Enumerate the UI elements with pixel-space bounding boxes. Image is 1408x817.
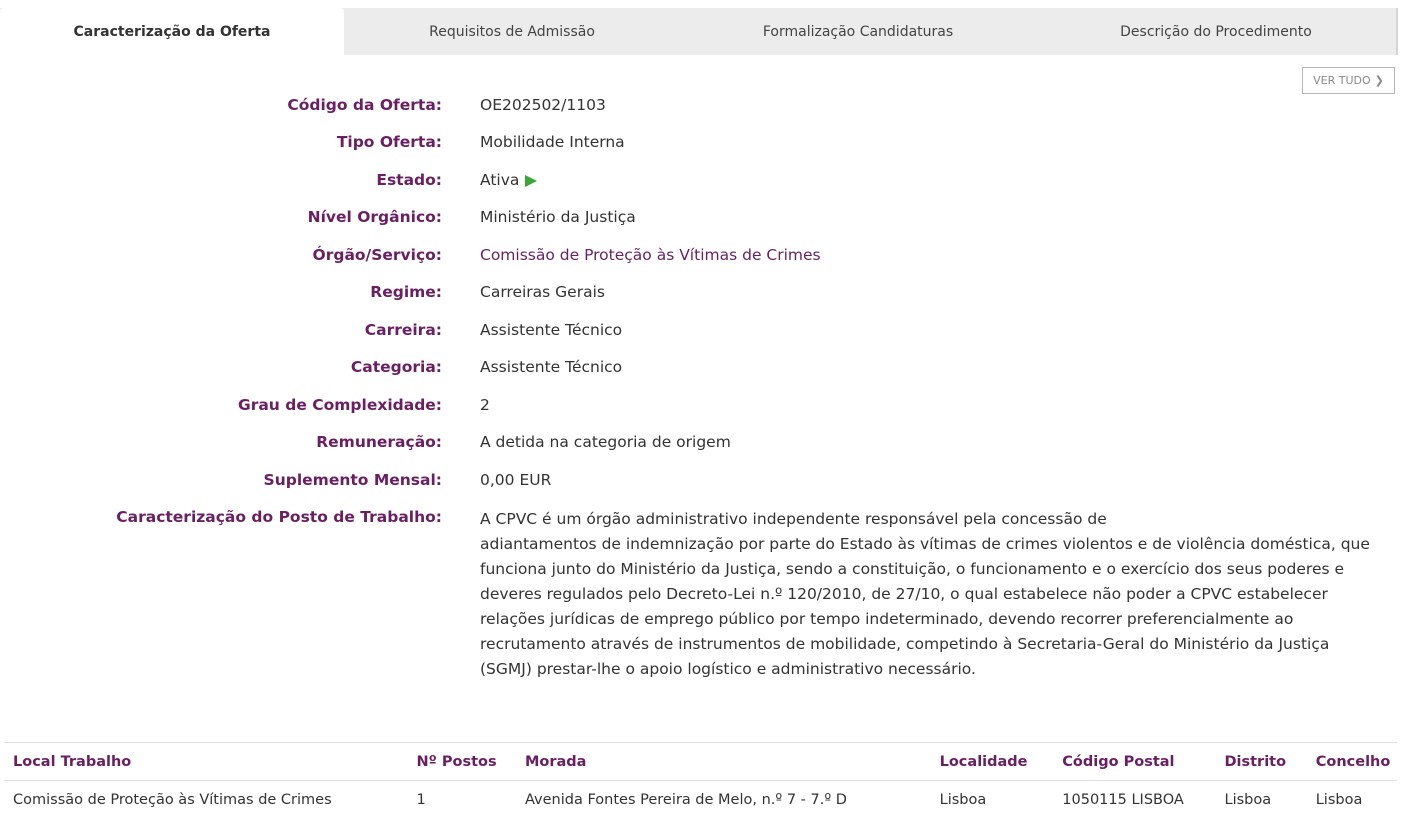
local-trabalho-table-grid: Local Trabalho Nº Postos Morada Localida…: [4, 743, 1397, 817]
tab-formalizacao-candidaturas[interactable]: Formalização Candidaturas: [680, 8, 1036, 55]
label-remuneracao: Remuneração:: [316, 433, 442, 451]
label-suplemento-mensal: Suplemento Mensal:: [263, 471, 442, 489]
value-estado-wrapper: Ativa: [480, 170, 538, 190]
page: Caracterização da Oferta Requisitos de A…: [0, 0, 1408, 817]
label-codigo-oferta: Código da Oferta:: [287, 96, 442, 114]
cell-concelho: Lisboa: [1315, 791, 1363, 808]
label-caracterizacao-posto: Caracterização do Posto de Trabalho:: [116, 508, 442, 526]
cell-num-postos: 1: [416, 791, 426, 808]
tab-descricao-procedimento[interactable]: Descrição do Procedimento: [1036, 8, 1396, 55]
cell-localidade: Lisboa: [939, 791, 987, 808]
label-estado: Estado:: [376, 171, 442, 189]
label-nivel-organico: Nível Orgânico:: [307, 208, 442, 226]
ver-tudo-label: VER TUDO: [1313, 74, 1371, 87]
value-carreira: Assistente Técnico: [480, 321, 623, 339]
value-remuneracao: A detida na categoria de origem: [480, 433, 731, 451]
value-codigo-oferta: OE202502/1103: [480, 96, 606, 114]
ver-tudo-button[interactable]: VER TUDO ❯: [1302, 67, 1395, 94]
col-distrito[interactable]: Distrito: [1215, 743, 1307, 781]
value-nivel-organico: Ministério da Justiça: [480, 208, 636, 226]
value-suplemento-mensal: 0,00 EUR: [480, 471, 552, 489]
col-localidade[interactable]: Localidade: [930, 743, 1054, 781]
label-tipo-oferta: Tipo Oferta:: [336, 133, 442, 151]
value-estado: Ativa: [480, 171, 520, 189]
col-local-trabalho[interactable]: Local Trabalho: [4, 743, 408, 781]
posto-description-line: (SGMJ) prestar-lhe o apoio logístico e a…: [480, 660, 976, 678]
cell-distrito: Lisboa: [1224, 791, 1272, 808]
col-morada[interactable]: Morada: [515, 743, 931, 781]
cell-codigo-postal: 1050115 LISBOA: [1062, 791, 1184, 808]
local-trabalho-table: Local Trabalho Nº Postos Morada Localida…: [4, 742, 1397, 817]
tab-bar: Caracterização da Oferta Requisitos de A…: [0, 8, 1396, 55]
play-icon: [525, 175, 538, 187]
cell-local-trabalho: Comissão de Proteção às Vítimas de Crime…: [13, 791, 332, 808]
posto-description-line: relações jurídicas de emprego público po…: [480, 610, 1294, 628]
posto-description-line: deveres regulados pelo Decreto-Lei n.º 1…: [480, 585, 1328, 603]
col-concelho[interactable]: Concelho: [1306, 743, 1397, 781]
value-grau-complexidade: 2: [480, 396, 490, 414]
table-row: Comissão de Proteção às Vítimas de Crime…: [4, 781, 1397, 817]
chevron-down-icon: ❯: [1374, 74, 1384, 87]
label-regime: Regime:: [370, 283, 442, 301]
posto-description-line: adiantamentos de indemnização por parte …: [480, 535, 1370, 553]
col-codigo-postal[interactable]: Código Postal: [1053, 743, 1216, 781]
label-orgao-servico: Órgão/Serviço:: [312, 246, 442, 264]
posto-description-line: recrutamento através de instrumentos de …: [480, 635, 1330, 653]
label-grau-complexidade: Grau de Complexidade:: [237, 396, 442, 414]
value-regime: Carreiras Gerais: [480, 283, 605, 301]
label-categoria: Categoria:: [350, 358, 442, 376]
tab-caracterizacao-oferta[interactable]: Caracterização da Oferta: [0, 8, 344, 55]
label-carreira: Carreira:: [364, 321, 442, 339]
value-categoria: Assistente Técnico: [480, 358, 623, 376]
tab-bar-edge: [1396, 8, 1398, 55]
value-tipo-oferta: Mobilidade Interna: [480, 133, 625, 151]
posto-description-line: funciona junto do Ministério da Justiça,…: [480, 560, 1345, 578]
posto-description-line: A CPVC é um órgão administrativo indepen…: [480, 510, 1107, 528]
posto-description: A CPVC é um órgão administrativo indepen…: [480, 507, 1385, 682]
col-num-postos[interactable]: Nº Postos: [407, 743, 516, 781]
cell-morada: Avenida Fontes Pereira de Melo, n.º 7 - …: [524, 791, 847, 808]
orgao-servico-link[interactable]: Comissão de Proteção às Vítimas de Crime…: [480, 245, 821, 265]
table-header-row: Local Trabalho Nº Postos Morada Localida…: [4, 743, 1397, 781]
tab-requisitos-admissao[interactable]: Requisitos de Admissão: [344, 8, 680, 55]
